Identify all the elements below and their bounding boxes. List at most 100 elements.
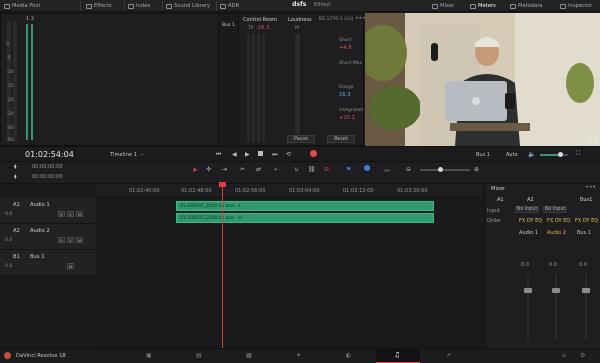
speaker-icon[interactable]: 🔈 xyxy=(528,151,535,158)
mixer-gain-value: 0.0 xyxy=(549,262,557,268)
arm-record-button[interactable]: R xyxy=(58,211,65,217)
play-reverse-icon[interactable]: ◀ xyxy=(232,151,237,158)
chevron-down-icon[interactable]: ⌄ xyxy=(140,151,144,157)
track-header-a2[interactable]: A2 Audio 2 0.0 R S M xyxy=(0,224,96,250)
zoom-out-icon[interactable]: ⊖ xyxy=(406,166,411,173)
playhead-handle[interactable] xyxy=(219,182,226,187)
trim-tool-icon[interactable]: ⇥ xyxy=(222,166,227,173)
input-selector[interactable]: No Input xyxy=(543,206,567,213)
deliver-page-icon[interactable]: ➚ xyxy=(446,352,451,359)
mixer-column-header: A1 xyxy=(497,197,504,203)
mixer-fader-handle[interactable] xyxy=(524,288,532,293)
flag-icon[interactable]: ⚑ xyxy=(346,166,351,173)
audio-clip-r[interactable]: 01-290207_2240.01 wav - R xyxy=(176,213,434,223)
slip-tool-icon[interactable]: ⇄ xyxy=(256,166,261,173)
mixer-track-name: Audio 2 xyxy=(547,230,566,236)
reset-button[interactable]: Reset xyxy=(327,135,355,143)
waveform-icon[interactable]: 〰 xyxy=(384,166,390,175)
stop-icon[interactable] xyxy=(258,151,263,156)
volume-slider[interactable] xyxy=(540,152,568,157)
track-name[interactable]: Audio 1 xyxy=(30,202,50,208)
control-room-panel: Control Room Loudness BS.1770-1 (LU) •••… xyxy=(238,13,366,146)
timeline-ruler[interactable]: 01:02:40:00 01:02:48:00 01:02:56:00 01:0… xyxy=(97,184,483,198)
sound-library-button[interactable]: Sound Library xyxy=(166,2,210,10)
mixer-tab[interactable]: Mixer xyxy=(432,2,454,10)
media-page-icon[interactable]: ▣ xyxy=(146,352,152,359)
index-button[interactable]: Index xyxy=(128,2,150,10)
control-room-meter xyxy=(247,34,250,142)
play-icon[interactable]: ▶ xyxy=(245,151,250,158)
pause-button[interactable]: Pause xyxy=(287,135,315,143)
link-icon[interactable]: ⛓ xyxy=(308,166,316,173)
adr-button[interactable]: ADR xyxy=(220,2,239,10)
more-options-icon[interactable]: ••• xyxy=(585,184,596,191)
selection-tool-icon[interactable]: ➤ xyxy=(192,166,198,174)
mute-button[interactable]: M xyxy=(76,237,83,243)
metadata-icon xyxy=(510,3,516,9)
track-volume: 0.0 xyxy=(5,212,13,217)
video-viewer[interactable] xyxy=(365,13,600,146)
solo-button[interactable]: S xyxy=(67,211,74,217)
razor-icon[interactable]: ⌁ xyxy=(274,166,278,173)
mute-button[interactable]: M xyxy=(67,263,74,269)
inspector-tab[interactable]: Inspector xyxy=(560,2,592,10)
mute-button[interactable]: M xyxy=(76,211,83,217)
bus-output-selector[interactable]: Bus 1 xyxy=(476,152,490,158)
range-value: 16.3 xyxy=(339,92,351,98)
home-icon[interactable]: ⌂ xyxy=(562,352,566,359)
timeline-selector[interactable]: Timeline 1 xyxy=(110,152,137,158)
track-name[interactable]: Audio 2 xyxy=(30,228,50,234)
edit-page-icon[interactable]: ▦ xyxy=(246,352,252,359)
track-name[interactable]: Bus 1 xyxy=(30,254,45,260)
solo-button[interactable]: S xyxy=(67,237,74,243)
marker-icon[interactable]: ⧫ xyxy=(14,174,16,180)
effects-button[interactable]: Effects xyxy=(86,2,112,10)
level-meter-1 xyxy=(26,24,28,140)
arm-record-button[interactable]: R xyxy=(58,237,65,243)
order-value[interactable]: FX DY EQ xyxy=(547,218,570,224)
automation-mode[interactable]: Auto xyxy=(506,152,518,158)
fullscreen-toggle-icon[interactable]: ⛶ xyxy=(576,150,580,158)
mixer-gain-value: 0.0 xyxy=(521,262,529,268)
audio-clip-l[interactable]: 01-290207_2240.01 wav - L xyxy=(176,201,434,211)
volume-slider-handle[interactable] xyxy=(558,152,563,157)
zoom-slider-handle[interactable] xyxy=(438,167,443,172)
page-navigation-bar: DaVinci Resolve 18 ▣ ▤ ▦ ✦ ◐ ♫ ➚ ⌂ ⚙ xyxy=(0,348,600,363)
color-page-icon[interactable]: ◐ xyxy=(346,352,351,359)
track-header-b1[interactable]: B1 Bus 1 0.0 M xyxy=(0,250,96,276)
mixer-fader-handle[interactable] xyxy=(552,288,560,293)
order-value[interactable]: FX DY EQ xyxy=(519,218,542,224)
blade-tool-icon[interactable]: ✂ xyxy=(240,166,245,173)
unlink-icon[interactable]: ⊘ xyxy=(324,166,329,173)
input-selector[interactable]: No Input xyxy=(515,206,539,213)
tool-row: ⧫ 00:00:00:00 ⧫ 00:00:00:00 ➤ ✣ ⇥ ✂ ⇄ ⌁ … xyxy=(0,162,600,184)
fusion-page-icon[interactable]: ✦ xyxy=(296,352,301,359)
range-tool-icon[interactable]: ✣ xyxy=(206,166,211,173)
snap-icon[interactable]: ∪ xyxy=(294,166,298,173)
scale-tick: 0 xyxy=(6,42,9,47)
settings-icon[interactable]: ⚙ xyxy=(580,352,585,359)
fullscreen-icon[interactable] xyxy=(589,137,597,143)
forward-to-end-icon[interactable]: ⏭ xyxy=(272,151,277,159)
playhead[interactable] xyxy=(222,182,223,348)
zoom-slider[interactable] xyxy=(420,167,470,172)
marker-icon[interactable]: ⧫ xyxy=(14,164,16,170)
cut-page-icon[interactable]: ▤ xyxy=(196,352,202,359)
ruler-tick-label: 01:02:40:00 xyxy=(129,188,160,194)
fairlight-page-tab[interactable]: ♫ xyxy=(376,349,420,363)
timeline-area[interactable]: 01-290207_2240.01 wav - L 01-290207_2240… xyxy=(97,198,483,348)
timeline-empty-area[interactable] xyxy=(97,250,483,348)
loop-icon[interactable]: ⟲ xyxy=(286,151,291,158)
media-pool-button[interactable]: Media Pool xyxy=(4,2,40,10)
track-header-a1[interactable]: A1 Audio 1 0.0 R S M xyxy=(0,198,96,224)
metadata-tab[interactable]: Metadata xyxy=(510,2,543,10)
record-icon[interactable] xyxy=(310,150,317,157)
meters-tab[interactable]: Meters xyxy=(470,2,496,10)
rewind-to-start-icon[interactable]: ⏮ xyxy=(216,151,221,159)
marker-color-icon[interactable] xyxy=(364,165,370,171)
mixer-fader-handle[interactable] xyxy=(582,288,590,293)
order-value[interactable]: FX DY EQ xyxy=(575,218,598,224)
zoom-in-icon[interactable]: ⊕ xyxy=(474,166,479,173)
toolbar-divider xyxy=(216,1,217,11)
scale-tick: -5 xyxy=(6,56,11,61)
